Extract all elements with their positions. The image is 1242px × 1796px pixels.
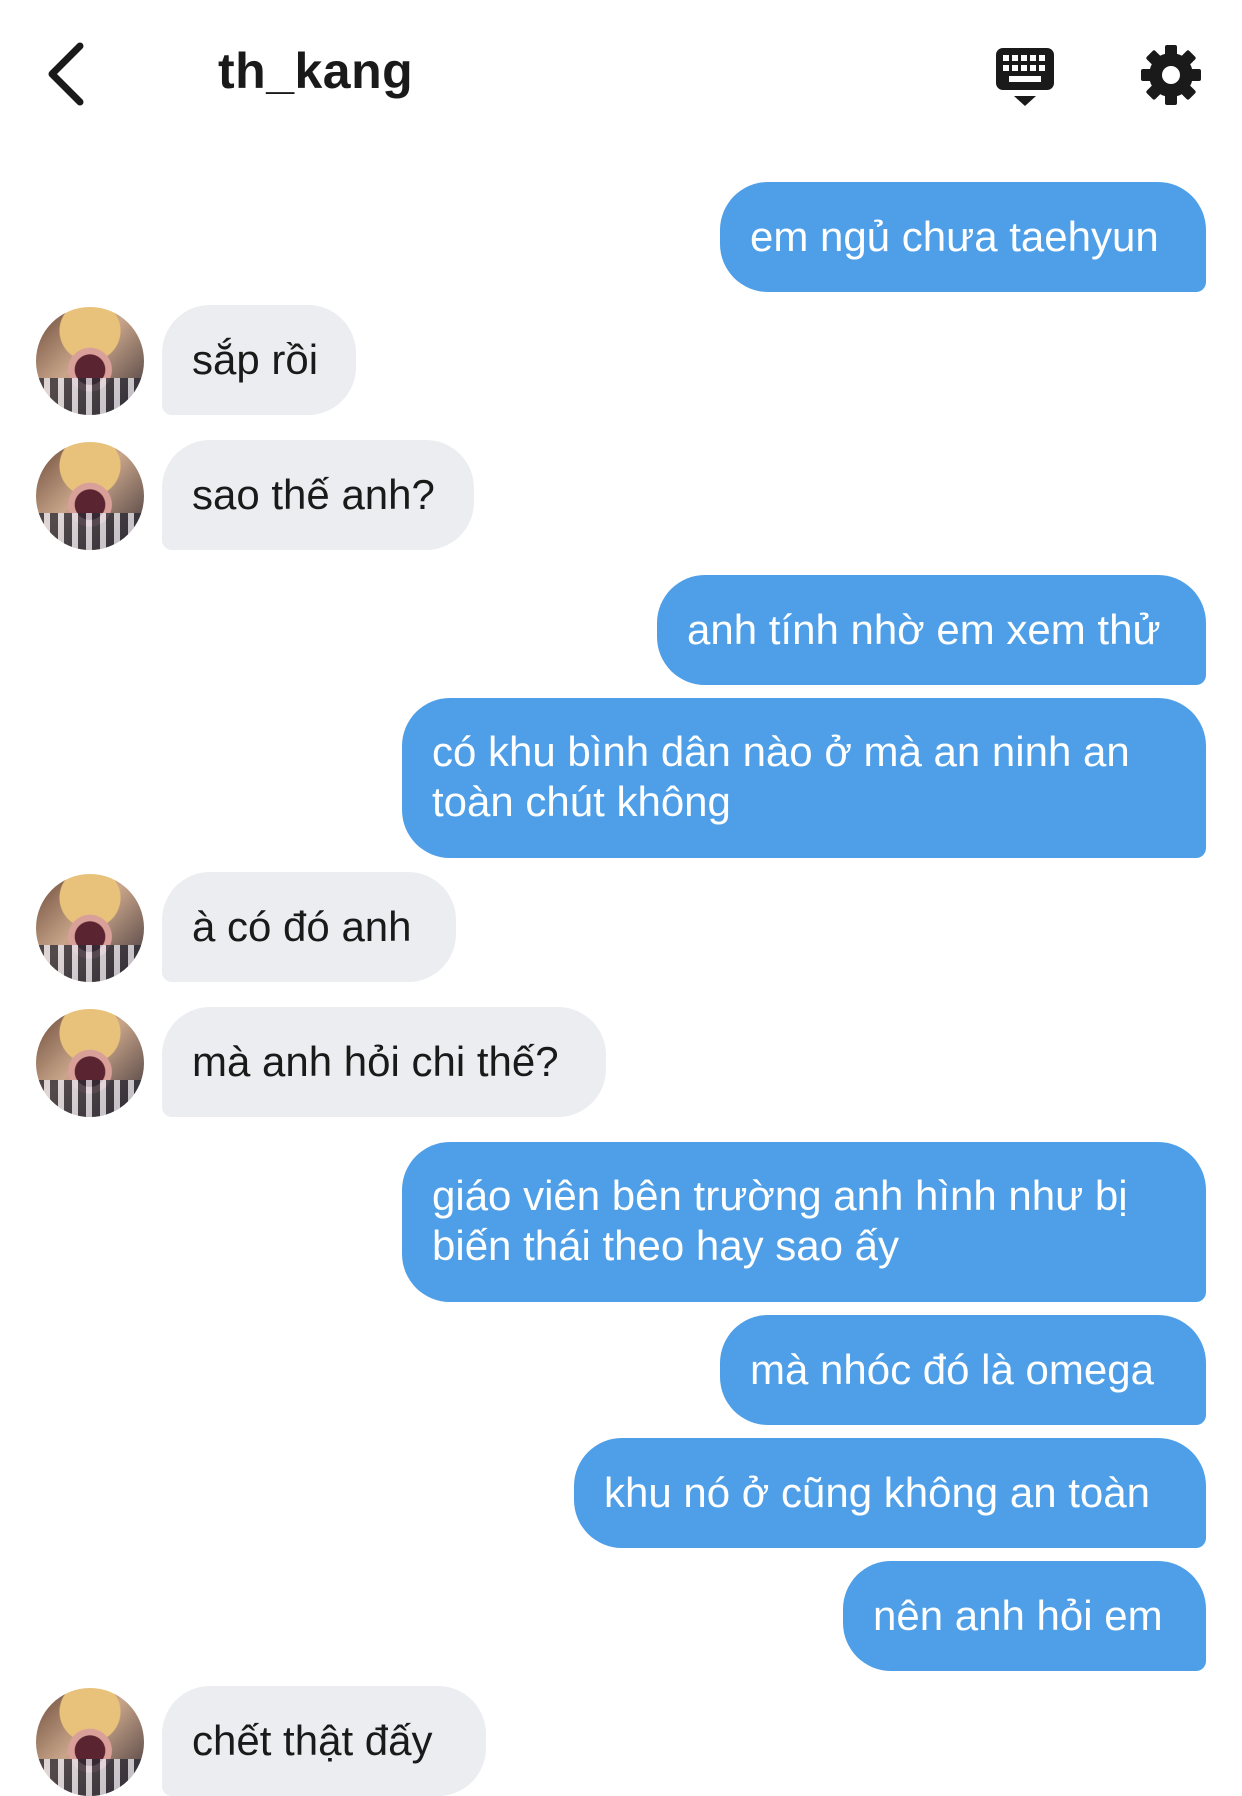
contact-avatar[interactable] (36, 307, 144, 415)
incoming-message[interactable]: à có đó anh (162, 872, 456, 982)
contact-avatar[interactable] (36, 874, 144, 982)
outgoing-message[interactable]: nên anh hỏi em (843, 1561, 1206, 1671)
message-thread[interactable]: em ngủ chưa taehyun sắp rồi sao thế anh?… (0, 0, 1242, 1796)
outgoing-message[interactable]: anh tính nhờ em xem thử (657, 575, 1206, 685)
contact-avatar[interactable] (36, 1009, 144, 1117)
outgoing-message[interactable]: mà nhóc đó là omega (720, 1315, 1206, 1425)
outgoing-message[interactable]: khu nó ở cũng không an toàn (574, 1438, 1206, 1548)
outgoing-message[interactable]: giáo viên bên trường anh hình như bị biế… (402, 1142, 1206, 1302)
incoming-message[interactable]: mà anh hỏi chi thế? (162, 1007, 606, 1117)
incoming-message[interactable]: chết thật đấy (162, 1686, 486, 1796)
incoming-message[interactable]: sao thế anh? (162, 440, 474, 550)
incoming-message[interactable]: sắp rồi (162, 305, 356, 415)
outgoing-message[interactable]: em ngủ chưa taehyun (720, 182, 1206, 292)
outgoing-message[interactable]: có khu bình dân nào ở mà an ninh an toàn… (402, 698, 1206, 858)
contact-avatar[interactable] (36, 442, 144, 550)
contact-avatar[interactable] (36, 1688, 144, 1796)
